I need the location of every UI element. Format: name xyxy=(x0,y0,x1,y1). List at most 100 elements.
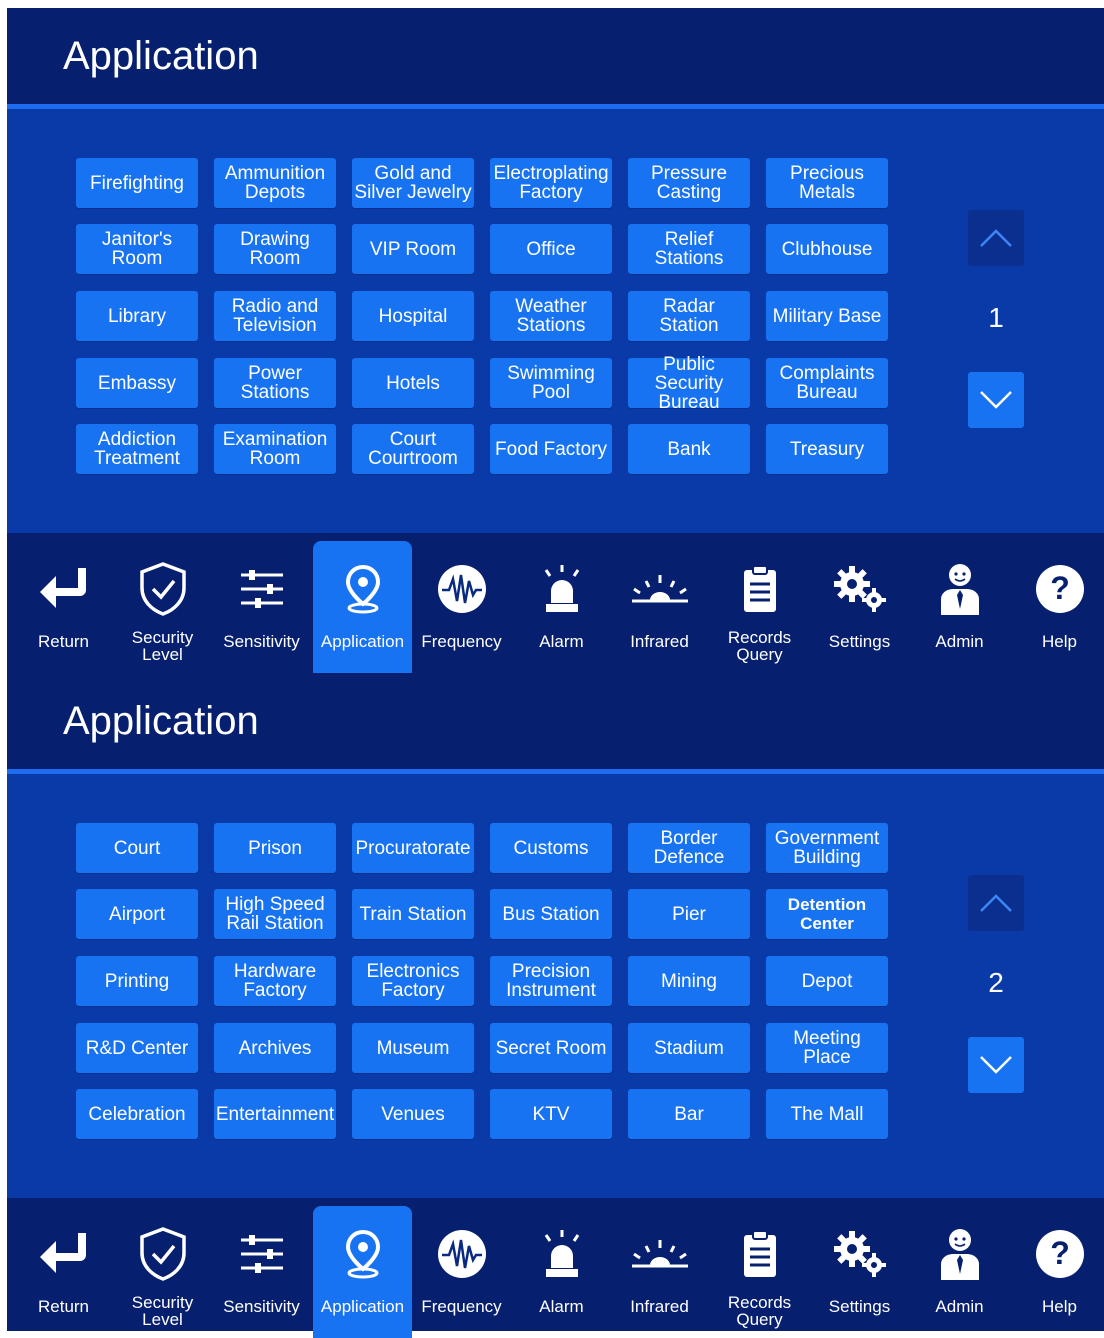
app-button[interactable]: Precision Instrument xyxy=(490,956,612,1006)
nav-item-infrared[interactable]: Infrared xyxy=(610,1206,709,1338)
nav-label: Help xyxy=(1042,632,1077,651)
app-button[interactable]: VIP Room xyxy=(352,224,474,274)
nav-item-frequency[interactable]: Frequency xyxy=(412,541,511,673)
nav-item-records-query[interactable]: Records Query xyxy=(710,541,809,673)
nav-label: Application xyxy=(320,632,405,651)
app-button[interactable]: Venues xyxy=(352,1089,474,1139)
nav-item-settings[interactable]: Settings xyxy=(810,1206,909,1338)
nav-item-application[interactable]: Application xyxy=(313,1206,412,1338)
app-button[interactable]: Museum xyxy=(352,1023,474,1073)
return-icon xyxy=(14,1224,113,1284)
app-button[interactable]: Pier xyxy=(628,889,750,939)
app-button[interactable]: Entertainment xyxy=(214,1089,336,1139)
nav-item-application[interactable]: Application xyxy=(313,541,412,673)
nav-item-admin[interactable]: Admin xyxy=(910,1206,1009,1338)
app-button[interactable]: The Mall xyxy=(766,1089,888,1139)
app-button[interactable]: Detention Center xyxy=(766,889,888,939)
nav-item-help[interactable]: ? Help xyxy=(1010,1206,1104,1338)
nav-item-security-level[interactable]: Security Level xyxy=(113,541,212,673)
app-button[interactable]: Pressure Casting xyxy=(628,158,750,208)
app-button[interactable]: Border Defence xyxy=(628,823,750,873)
app-button[interactable]: Electroplating Factory xyxy=(490,158,612,208)
nav-item-admin[interactable]: Admin xyxy=(910,541,1009,673)
app-button[interactable]: Military Base xyxy=(766,291,888,341)
app-button[interactable]: Secret Room xyxy=(490,1023,612,1073)
app-button[interactable]: Drawing Room xyxy=(214,224,336,274)
app-button[interactable]: Food Factory xyxy=(490,424,612,474)
app-button[interactable]: Relief Stations xyxy=(628,224,750,274)
app-button[interactable]: Archives xyxy=(214,1023,336,1073)
app-button[interactable]: Addiction Treatment xyxy=(76,424,198,474)
app-button[interactable]: Meeting Place xyxy=(766,1023,888,1073)
app-button[interactable]: Prison xyxy=(214,823,336,873)
app-button[interactable]: Ammunition Depots xyxy=(214,158,336,208)
app-button[interactable]: Public Security Bureau xyxy=(628,355,750,412)
app-button[interactable]: Bank xyxy=(628,424,750,474)
app-button[interactable]: Hotels xyxy=(352,358,474,408)
page-down-button[interactable] xyxy=(968,372,1024,428)
app-button[interactable]: R&D Center xyxy=(76,1023,198,1073)
nav-item-help[interactable]: ? Help xyxy=(1010,541,1104,673)
page-number: 2 xyxy=(988,967,1004,998)
app-button[interactable]: Firefighting xyxy=(76,158,198,208)
app-button[interactable]: High Speed Rail Station xyxy=(214,889,336,939)
app-button[interactable]: Printing xyxy=(76,956,198,1006)
nav-item-sensitivity[interactable]: Sensitivity xyxy=(212,1206,311,1338)
nav-item-return[interactable]: Return xyxy=(14,1206,113,1338)
gears-icon xyxy=(810,1224,909,1284)
app-button[interactable]: Bus Station xyxy=(490,889,612,939)
question-icon: ? xyxy=(1010,1224,1104,1284)
app-button[interactable]: Janitor's Room xyxy=(76,224,198,274)
nav-item-records-query[interactable]: Records Query xyxy=(710,1206,809,1338)
app-button[interactable]: Weather Stations xyxy=(490,291,612,341)
sliders-icon xyxy=(212,1224,311,1284)
nav-item-alarm[interactable]: Alarm xyxy=(512,541,611,673)
app-button[interactable]: Celebration xyxy=(76,1089,198,1139)
app-button[interactable]: Office xyxy=(490,224,612,274)
nav-label: Admin xyxy=(935,632,984,651)
app-button[interactable]: Mining xyxy=(628,956,750,1006)
app-button[interactable]: Hardware Factory xyxy=(214,956,336,1006)
app-button[interactable]: Power Stations xyxy=(214,358,336,408)
app-button[interactable]: Embassy xyxy=(76,358,198,408)
app-button[interactable]: Radio and Television xyxy=(214,291,336,341)
app-button[interactable]: Bar xyxy=(628,1089,750,1139)
infrared-icon xyxy=(610,559,709,619)
application-grid: Court Prison Procuratorate Customs Border De… xyxy=(76,823,896,1143)
app-button[interactable]: Court xyxy=(76,823,198,873)
nav-label: Records Query xyxy=(727,1293,792,1329)
nav-item-frequency[interactable]: Frequency xyxy=(412,1206,511,1338)
app-button[interactable]: Court Courtroom xyxy=(352,424,474,474)
app-button[interactable]: Treasury xyxy=(766,424,888,474)
app-button[interactable]: Swimming Pool xyxy=(490,358,612,408)
shield-check-icon xyxy=(113,559,212,619)
app-button[interactable]: Gold and Silver Jewelry xyxy=(352,158,474,208)
app-button[interactable]: Stadium xyxy=(628,1023,750,1073)
app-button[interactable]: Library xyxy=(76,291,198,341)
app-button[interactable]: Examination Room xyxy=(214,424,336,474)
header-bar: Application xyxy=(7,8,1104,104)
nav-item-settings[interactable]: Settings xyxy=(810,541,909,673)
app-button[interactable]: Airport xyxy=(76,889,198,939)
app-button[interactable]: Complaints Bureau xyxy=(766,358,888,408)
app-button[interactable]: Customs xyxy=(490,823,612,873)
app-button[interactable]: Precious Metals xyxy=(766,158,888,208)
nav-item-alarm[interactable]: Alarm xyxy=(512,1206,611,1338)
nav-item-sensitivity[interactable]: Sensitivity xyxy=(212,541,311,673)
app-button[interactable]: Procuratorate xyxy=(352,823,474,873)
app-button[interactable]: KTV xyxy=(490,1089,612,1139)
app-button[interactable]: Radar Station xyxy=(628,291,750,341)
page-down-button[interactable] xyxy=(968,1037,1024,1093)
nav-item-return[interactable]: Return xyxy=(14,541,113,673)
bottom-nav: Return Security Level Sensitivity Applicati… xyxy=(7,533,1104,673)
app-button[interactable]: Train Station xyxy=(352,889,474,939)
nav-item-security-level[interactable]: Security Level xyxy=(113,1206,212,1338)
app-button[interactable]: Clubhouse xyxy=(766,224,888,274)
app-button[interactable]: Depot xyxy=(766,956,888,1006)
page-up-button[interactable] xyxy=(968,875,1024,931)
nav-item-infrared[interactable]: Infrared xyxy=(610,541,709,673)
app-button[interactable]: Hospital xyxy=(352,291,474,341)
app-button[interactable]: Electronics Factory xyxy=(352,956,474,1006)
page-up-button[interactable] xyxy=(968,210,1024,266)
app-button[interactable]: Government Building xyxy=(766,823,888,873)
